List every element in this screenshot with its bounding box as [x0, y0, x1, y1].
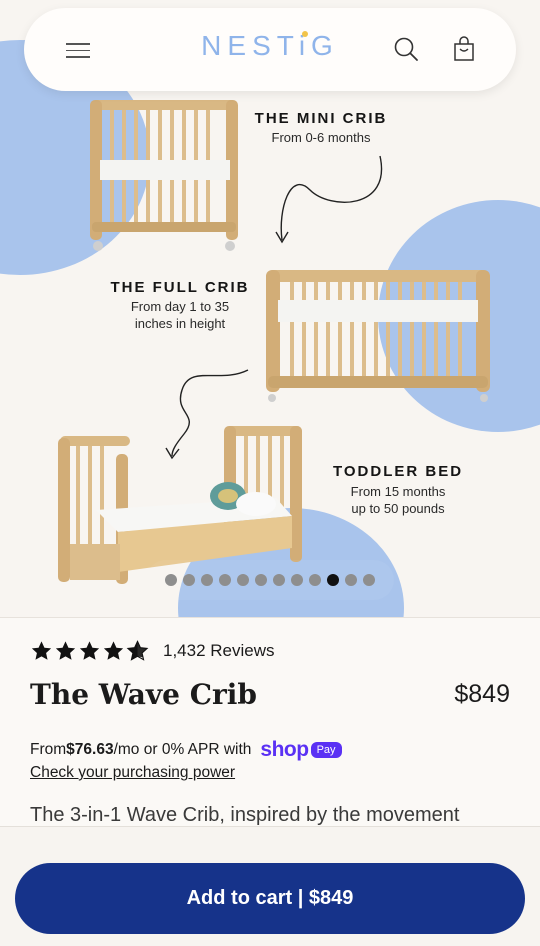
- half-star-icon: [126, 640, 149, 661]
- stage-title-mini: THE MINI CRIB: [254, 110, 388, 127]
- arrow-icon: [275, 155, 383, 244]
- rating-row[interactable]: 1,432 Reviews: [30, 640, 275, 662]
- star-rating: [30, 640, 149, 662]
- shop-pay-logo[interactable]: shop Pay: [260, 738, 342, 762]
- product-info: 1,432 Reviews The Wave Crib $849 From $7…: [0, 617, 540, 827]
- carousel-dot[interactable]: [165, 574, 177, 586]
- shopping-bag-icon[interactable]: [452, 36, 476, 62]
- financing-text: From $76.63 /mo or 0% APR with shop Pay: [30, 738, 342, 762]
- carousel-dot[interactable]: [183, 574, 195, 586]
- shop-pay-pill: Pay: [310, 742, 342, 758]
- mini-crib-image: [90, 100, 238, 251]
- product-price: $849: [454, 680, 510, 708]
- carousel-dot[interactable]: [309, 574, 321, 586]
- carousel-dot[interactable]: [273, 574, 285, 586]
- product-image-gallery[interactable]: THE MINI CRIB From 0-6 months THE FULL C…: [0, 0, 540, 617]
- full-crib-image: [266, 270, 490, 402]
- product-description: The 3-in-1 Wave Crib, inspired by the mo…: [30, 804, 460, 826]
- carousel-dot[interactable]: [327, 574, 339, 586]
- product-title: The Wave Crib: [30, 678, 257, 711]
- carousel-dot[interactable]: [291, 574, 303, 586]
- add-to-cart-button[interactable]: Add to cart | $849: [15, 863, 525, 934]
- carousel-dot[interactable]: [363, 574, 375, 586]
- star-icon: [103, 641, 124, 660]
- sticky-cart-bar: Add to cart | $849: [0, 826, 540, 946]
- brand-logo[interactable]: NESTiG: [24, 30, 516, 62]
- carousel-dot[interactable]: [345, 574, 357, 586]
- stage-title-full: THE FULL CRIB: [110, 279, 250, 296]
- star-icon: [79, 641, 100, 660]
- stage-subtitle-full-2: inches in height: [134, 316, 226, 331]
- carousel-dot[interactable]: [255, 574, 267, 586]
- shop-pay-word: shop: [260, 738, 309, 761]
- financing-amount: $76.63: [66, 741, 114, 758]
- financing-suffix: /mo or 0% APR with: [113, 741, 252, 758]
- star-icon: [31, 641, 52, 660]
- carousel-dot[interactable]: [237, 574, 249, 586]
- stage-subtitle-toddler-1: From 15 months: [350, 484, 446, 499]
- check-purchasing-power-link[interactable]: Check your purchasing power: [30, 764, 235, 782]
- site-header: NESTiG: [24, 8, 516, 91]
- carousel-pagination: [146, 560, 394, 600]
- carousel-dot[interactable]: [219, 574, 231, 586]
- stage-subtitle-mini: From 0-6 months: [271, 130, 371, 145]
- stage-subtitle-full-1: From day 1 to 35: [130, 299, 230, 314]
- search-icon[interactable]: [393, 36, 419, 62]
- carousel-dot[interactable]: [201, 574, 213, 586]
- financing-prefix: From: [30, 741, 67, 758]
- stage-subtitle-toddler-2: up to 50 pounds: [351, 501, 445, 516]
- star-icon: [55, 641, 76, 660]
- reviews-link[interactable]: 1,432 Reviews: [163, 641, 275, 661]
- stage-title-toddler: TODDLER BED: [332, 463, 464, 480]
